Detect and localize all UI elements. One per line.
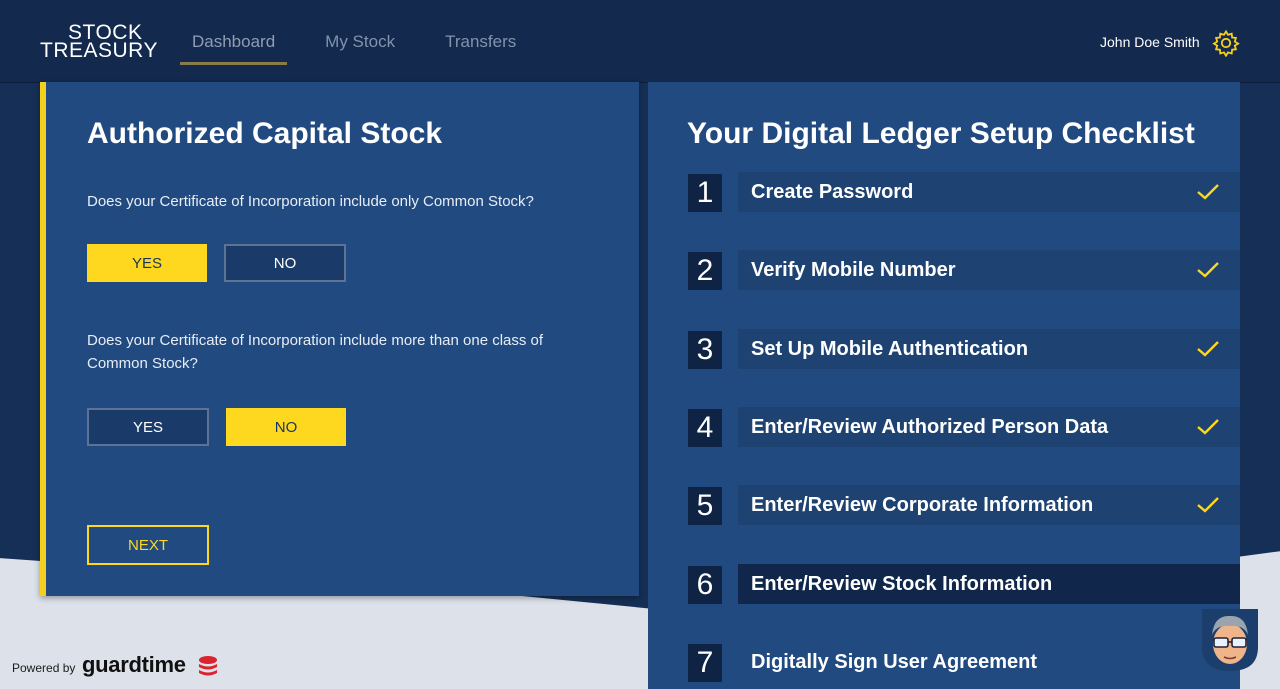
step-label: Verify Mobile Number [751,258,956,281]
question-common-stock-only: Does your Certificate of Incorporation i… [87,193,534,210]
checkmark-icon [1197,341,1219,357]
checkmark-icon [1197,184,1219,200]
step-label: Enter/Review Authorized Person Data [751,415,1109,438]
checkmark-icon [1197,497,1219,513]
q2-no-button[interactable]: NO [226,408,346,446]
checklist-step-corporate-info[interactable]: Enter/Review Corporate Information [738,485,1240,525]
powered-by-label: Powered by [12,661,76,675]
main-nav: Dashboard My Stock Transfers [180,30,554,65]
top-navigation-bar: STOCK TREASURY Dashboard My Stock Transf… [0,0,1280,83]
step-number-3: 3 [688,331,722,369]
step-label: Enter/Review Corporate Information [751,493,1094,516]
step-label: Digitally Sign User Agreement [751,650,1037,673]
step-label: Enter/Review Stock Information [751,572,1053,595]
step-number-4: 4 [688,409,722,447]
user-name[interactable]: John Doe Smith [1100,34,1200,50]
next-button[interactable]: NEXT [87,525,209,565]
q1-no-button[interactable]: NO [224,244,346,282]
checklist-step-verify-mobile[interactable]: Verify Mobile Number [738,250,1240,290]
checklist-title: Your Digital Ledger Setup Checklist [687,117,1195,150]
checkmark-icon [1197,262,1219,278]
gear-icon[interactable] [1212,29,1240,57]
step-number-5: 5 [688,487,722,525]
step-number-2: 2 [688,252,722,290]
assistant-avatar-icon[interactable] [1200,609,1260,671]
logo-line-2: TREASURY [40,39,158,62]
step-number-7: 7 [688,644,722,682]
setup-checklist-panel: Your Digital Ledger Setup Checklist 1 Cr… [648,82,1240,689]
step-number-6: 6 [688,566,722,604]
panel-title: Authorized Capital Stock [87,117,443,150]
checklist-step-create-password[interactable]: Create Password [738,172,1240,212]
checklist-step-stock-info[interactable]: Enter/Review Stock Information [738,564,1240,604]
guardtime-logo: guardtime [82,652,186,677]
checklist-step-mobile-auth[interactable]: Set Up Mobile Authentication [738,329,1240,369]
q2-yes-button[interactable]: YES [87,408,209,446]
nav-dashboard[interactable]: Dashboard [180,30,288,65]
q1-yes-button[interactable]: YES [87,244,207,282]
guardtime-mark-icon [199,656,217,676]
nav-transfers[interactable]: Transfers [433,30,528,65]
checklist-step-sign-agreement[interactable]: Digitally Sign User Agreement [738,642,1240,682]
checklist-step-authorized-person[interactable]: Enter/Review Authorized Person Data [738,407,1240,447]
checkmark-icon [1197,419,1219,435]
nav-my-stock[interactable]: My Stock [313,30,407,65]
authorized-capital-stock-panel: Authorized Capital Stock Does your Certi… [40,82,639,596]
step-label: Create Password [751,180,914,203]
question-multiple-classes: Does your Certificate of Incorporation i… [87,332,544,372]
step-number-1: 1 [688,174,722,212]
stock-treasury-logo[interactable]: STOCK TREASURY [40,22,160,62]
step-label: Set Up Mobile Authentication [751,337,1029,360]
